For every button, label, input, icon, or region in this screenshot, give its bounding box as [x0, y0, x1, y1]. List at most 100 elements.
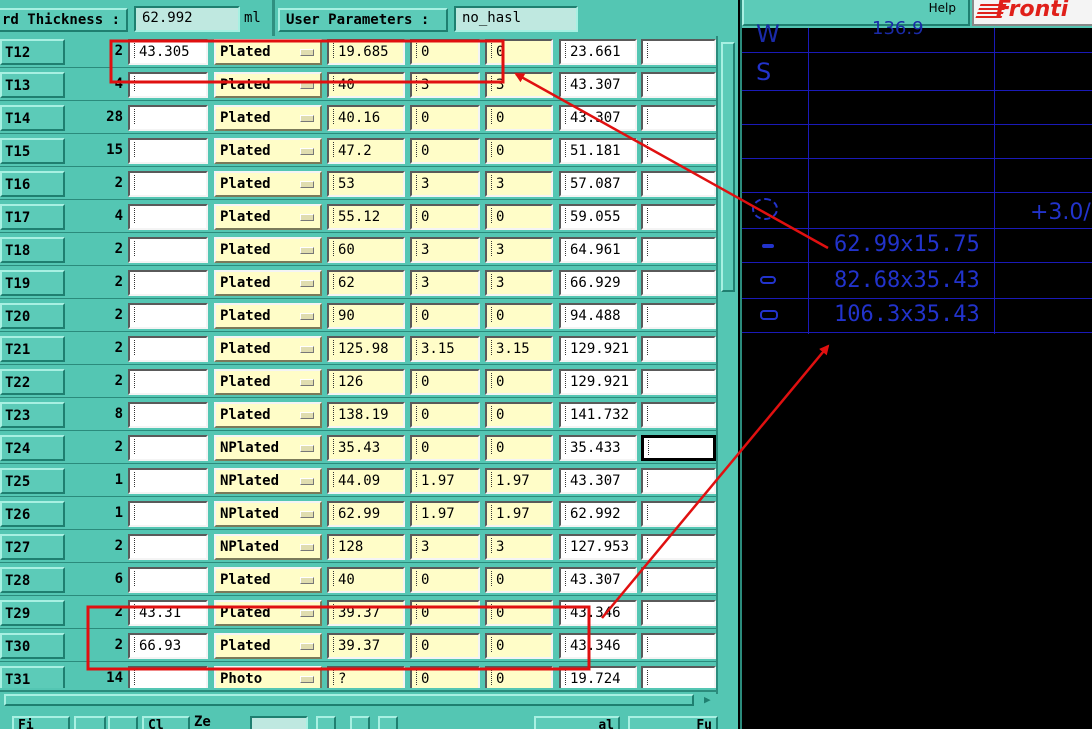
tool-name[interactable]: T22 [0, 369, 65, 395]
tool-drill-input[interactable]: 126 [327, 369, 405, 395]
tool-extra-input[interactable] [641, 270, 716, 296]
dropdown-icon[interactable] [300, 247, 314, 254]
dropdown-icon[interactable] [300, 379, 314, 386]
horizontal-scrollbar[interactable]: ▶ [0, 690, 716, 708]
dropdown-icon[interactable] [300, 610, 314, 617]
tool-drill-input[interactable]: 138.19 [327, 402, 405, 428]
tool-minus-tol-input[interactable]: 3 [485, 237, 553, 263]
tool-name[interactable]: T25 [0, 468, 65, 494]
tool-plus-tol-input[interactable]: 0 [410, 204, 480, 230]
tool-finish-input[interactable]: 43.307 [559, 567, 637, 593]
dropdown-icon[interactable] [300, 148, 314, 155]
tool-size-input[interactable] [128, 204, 208, 230]
tool-name[interactable]: T30 [0, 633, 65, 659]
tool-plus-tol-input[interactable]: 3 [410, 270, 480, 296]
tool-size-input[interactable]: 66.93 [128, 633, 208, 659]
tool-extra-input[interactable] [641, 534, 716, 560]
dropdown-icon[interactable] [300, 544, 314, 551]
tool-plus-tol-input[interactable]: 3 [410, 72, 480, 98]
dropdown-icon[interactable] [300, 577, 314, 584]
tool-type-select[interactable]: Plated [214, 39, 322, 65]
tool-type-select[interactable]: Plated [214, 402, 322, 428]
tool-finish-input[interactable]: 43.307 [559, 468, 637, 494]
tool-extra-input[interactable] [641, 600, 716, 626]
tool-extra-input[interactable] [641, 666, 716, 688]
tool-plus-tol-input[interactable]: 0 [410, 666, 480, 688]
tool-extra-input[interactable] [641, 369, 716, 395]
tool-name[interactable]: T19 [0, 270, 65, 296]
dropdown-icon[interactable] [300, 214, 314, 221]
tool-extra-input[interactable] [641, 435, 716, 461]
vertical-scroll-thumb[interactable] [721, 42, 735, 292]
tool-size-input[interactable] [128, 270, 208, 296]
tool-finish-input[interactable]: 64.961 [559, 237, 637, 263]
tool-type-select[interactable]: NPlated [214, 534, 322, 560]
tool-name[interactable]: T15 [0, 138, 65, 164]
bottom-icon-button-2[interactable] [350, 716, 370, 729]
tool-name[interactable]: T16 [0, 171, 65, 197]
tool-size-input[interactable] [128, 369, 208, 395]
tool-extra-input[interactable] [641, 39, 716, 65]
tool-size-input[interactable] [128, 402, 208, 428]
tool-minus-tol-input[interactable]: 0 [485, 600, 553, 626]
dropdown-icon[interactable] [300, 82, 314, 89]
tool-finish-input[interactable]: 129.921 [559, 336, 637, 362]
tool-drill-input[interactable]: 62 [327, 270, 405, 296]
tool-type-select[interactable]: Plated [214, 336, 322, 362]
tool-size-input[interactable] [128, 72, 208, 98]
tool-extra-input[interactable] [641, 138, 716, 164]
bottom-close-icon[interactable] [378, 716, 398, 729]
tool-minus-tol-input[interactable]: 0 [485, 138, 553, 164]
tool-type-select[interactable]: Plated [214, 204, 322, 230]
bottom-button-1[interactable]: Fi [12, 716, 70, 729]
tool-drill-input[interactable]: 40 [327, 567, 405, 593]
tool-finish-input[interactable]: 43.346 [559, 633, 637, 659]
tool-extra-input[interactable] [641, 204, 716, 230]
tool-type-select[interactable]: Plated [214, 369, 322, 395]
tool-extra-input[interactable] [641, 402, 716, 428]
tool-type-select[interactable]: Plated [214, 171, 322, 197]
tool-size-input[interactable] [128, 237, 208, 263]
tool-minus-tol-input[interactable]: 3 [485, 270, 553, 296]
tool-minus-tol-input[interactable]: 3 [485, 534, 553, 560]
tool-name[interactable]: T18 [0, 237, 65, 263]
tool-finish-input[interactable]: 129.921 [559, 369, 637, 395]
tool-type-select[interactable]: Plated [214, 633, 322, 659]
tool-plus-tol-input[interactable]: 0 [410, 402, 480, 428]
dropdown-icon[interactable] [300, 643, 314, 650]
tool-name[interactable]: T24 [0, 435, 65, 461]
board-thickness-field[interactable]: 62.992 [134, 6, 240, 32]
tool-type-select[interactable]: Plated [214, 237, 322, 263]
tool-plus-tol-input[interactable]: 3 [410, 237, 480, 263]
tool-name[interactable]: T14 [0, 105, 65, 131]
dropdown-icon[interactable] [300, 49, 314, 56]
tool-finish-input[interactable]: 43.346 [559, 600, 637, 626]
tool-finish-input[interactable]: 23.661 [559, 39, 637, 65]
tool-minus-tol-input[interactable]: 0 [485, 204, 553, 230]
tool-minus-tol-input[interactable]: 0 [485, 303, 553, 329]
tool-type-select[interactable]: NPlated [214, 435, 322, 461]
tool-name[interactable]: T29 [0, 600, 65, 626]
dropdown-icon[interactable] [300, 346, 314, 353]
user-parameters-field[interactable]: no_hasl [454, 6, 578, 32]
tool-drill-input[interactable]: 35.43 [327, 435, 405, 461]
dropdown-icon[interactable] [300, 115, 314, 122]
tool-minus-tol-input[interactable]: 3 [485, 171, 553, 197]
tool-minus-tol-input[interactable]: 0 [485, 402, 553, 428]
tool-plus-tol-input[interactable]: 0 [410, 567, 480, 593]
tool-plus-tol-input[interactable]: 0 [410, 369, 480, 395]
tool-drill-input[interactable]: 53 [327, 171, 405, 197]
tool-size-input[interactable] [128, 468, 208, 494]
tool-plus-tol-input[interactable]: 0 [410, 303, 480, 329]
bottom-button-apply[interactable]: al [534, 716, 620, 729]
tool-drill-input[interactable]: 40 [327, 72, 405, 98]
tool-plus-tol-input[interactable]: 0 [410, 600, 480, 626]
tool-plus-tol-input[interactable]: 3.15 [410, 336, 480, 362]
tool-type-select[interactable]: Plated [214, 72, 322, 98]
dropdown-icon[interactable] [300, 181, 314, 188]
tool-plus-tol-input[interactable]: 0 [410, 105, 480, 131]
tool-extra-input[interactable] [641, 567, 716, 593]
tool-minus-tol-input[interactable]: 3 [485, 72, 553, 98]
dropdown-icon[interactable] [300, 412, 314, 419]
tool-plus-tol-input[interactable]: 3 [410, 534, 480, 560]
